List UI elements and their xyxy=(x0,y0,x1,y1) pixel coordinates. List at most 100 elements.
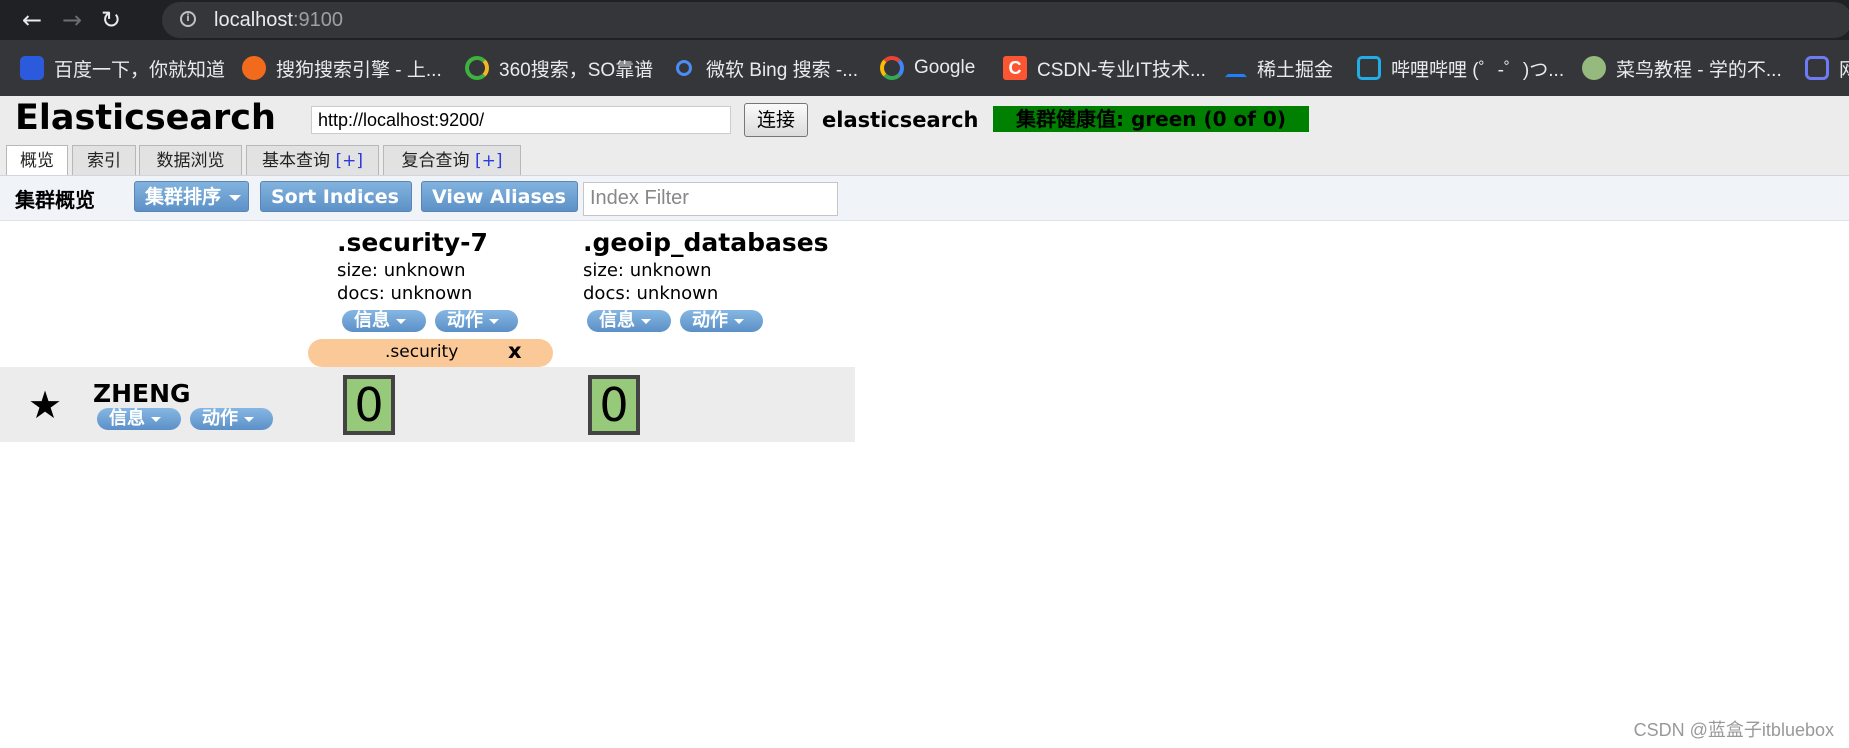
alias-badge: .security x xyxy=(308,339,553,367)
dropdown-label: Sort Indices xyxy=(271,186,399,208)
add-tab-link[interactable]: [+] xyxy=(475,151,503,171)
address-bar[interactable]: i localhost:9100 xyxy=(162,2,1849,38)
shard-box[interactable]: 0 xyxy=(343,375,395,435)
remove-alias-button[interactable]: x xyxy=(508,339,522,363)
runoob-icon xyxy=(1582,56,1606,80)
button-label: 动作 xyxy=(692,310,728,331)
index-size: size: unknown xyxy=(337,260,466,281)
tab-label: 数据浏览 xyxy=(156,151,225,171)
juejin-icon xyxy=(1225,59,1247,77)
index-name: .security-7 xyxy=(337,228,488,257)
google-icon xyxy=(880,56,904,80)
caret-down-icon xyxy=(229,194,242,201)
overview-toolbar: 集群概览 集群排序 Sort Indices View Aliases Inde… xyxy=(0,175,1849,231)
app-logo: Elasticsearch xyxy=(15,98,276,138)
index-action-button[interactable]: 动作 xyxy=(680,310,763,332)
app-header: Elasticsearch 连接 elasticsearch 集群健康值: gr… xyxy=(0,96,1849,176)
bookmark-label: 网 xyxy=(1839,59,1849,81)
bookmarks-bar: 百度一下，你就知道 搜狗搜索引擎 - 上... 360搜索，SO靠谱 微软 Bi… xyxy=(0,40,1849,96)
dropdown-label: View Aliases xyxy=(432,186,566,208)
index-info-button[interactable]: 信息 xyxy=(587,310,671,332)
bookmark-label: 菜鸟教程 - 学的不... xyxy=(1616,59,1782,81)
node-row: ★ ZHENG 信息 动作 0 0 xyxy=(0,367,855,442)
view-aliases-dropdown[interactable]: View Aliases xyxy=(421,181,578,231)
caret-down-icon xyxy=(151,416,161,422)
tab-complex-query[interactable]: 复合查询 [+] xyxy=(383,145,521,175)
bookmark-bing[interactable]: 微软 Bing 搜索 -... xyxy=(672,52,858,84)
caret-down-icon xyxy=(279,224,291,231)
caret-down-icon xyxy=(489,318,499,324)
shard-box[interactable]: 0 xyxy=(588,375,640,435)
bookmark-sogou[interactable]: 搜狗搜索引擎 - 上... xyxy=(242,52,442,84)
button-label: 动作 xyxy=(447,310,483,331)
bookmark-google[interactable]: Google xyxy=(880,52,975,84)
bookmark-csdn[interactable]: C CSDN-专业IT技术... xyxy=(1003,52,1206,84)
tab-indices[interactable]: 索引 xyxy=(72,145,136,175)
bilibili-tv-icon xyxy=(1357,56,1381,80)
bookmark-label: Google xyxy=(914,57,976,78)
bookmark-label: 稀土掘金 xyxy=(1257,59,1334,81)
bookmark-label: 微软 Bing 搜索 -... xyxy=(706,59,859,81)
index-docs: docs: unknown xyxy=(337,283,473,304)
360-search-icon xyxy=(465,56,489,80)
address-text: localhost:9100 xyxy=(214,9,343,31)
back-arrow-icon[interactable]: ← xyxy=(18,6,46,34)
bookmark-runoob[interactable]: 菜鸟教程 - 学的不... xyxy=(1582,52,1782,84)
overview-title: 集群概览 xyxy=(15,188,95,212)
button-label: 信息 xyxy=(354,310,390,331)
tab-browser[interactable]: 数据浏览 xyxy=(139,145,242,175)
caret-down-icon xyxy=(244,416,254,422)
bookmark-360[interactable]: 360搜索，SO靠谱 xyxy=(465,52,653,84)
bookmark-label: 哔哩哔哩 (゜-゜)つ... xyxy=(1391,59,1565,81)
bookmark-more[interactable]: 网 xyxy=(1805,52,1849,84)
index-docs: docs: unknown xyxy=(583,283,719,304)
bookmark-label: CSDN-专业IT技术... xyxy=(1037,59,1206,81)
bookmark-bilibili[interactable]: 哔哩哔哩 (゜-゜)つ... xyxy=(1357,52,1564,84)
cluster-health-badge: 集群健康值: green (0 of 0) xyxy=(993,106,1309,132)
node-action-button[interactable]: 动作 xyxy=(190,408,273,430)
site-info-icon[interactable]: i xyxy=(180,11,196,27)
caret-down-icon xyxy=(734,318,744,324)
master-node-star-icon: ★ xyxy=(28,383,63,427)
bookmark-label: 搜狗搜索引擎 - 上... xyxy=(276,59,442,81)
tab-overview[interactable]: 概览 xyxy=(6,145,68,176)
bookmark-site-icon xyxy=(1805,56,1829,80)
button-label: 信息 xyxy=(109,408,145,429)
alias-label: .security xyxy=(385,342,459,362)
connect-button[interactable]: 连接 xyxy=(744,103,808,137)
caret-down-icon xyxy=(396,318,406,324)
search-icon xyxy=(676,60,692,76)
bookmark-label: 百度一下，你就知道 xyxy=(54,59,226,81)
forward-arrow-icon[interactable]: → xyxy=(58,6,86,34)
reload-icon[interactable]: ↻ xyxy=(97,6,125,34)
index-action-button[interactable]: 动作 xyxy=(435,310,518,332)
index-size: size: unknown xyxy=(583,260,712,281)
cluster-url-input[interactable] xyxy=(311,106,731,134)
button-label: 动作 xyxy=(202,408,238,429)
baidu-paw-icon xyxy=(20,56,44,80)
tab-label: 基本查询 xyxy=(262,151,331,171)
tab-label: 索引 xyxy=(87,151,121,171)
csdn-icon: C xyxy=(1003,56,1027,80)
index-filter-input[interactable]: Index Filter xyxy=(583,182,838,216)
browser-toolbar: ← → ↻ i localhost:9100 xyxy=(0,0,1849,40)
tab-label: 概览 xyxy=(20,151,54,171)
bookmark-label: 360搜索，SO靠谱 xyxy=(499,59,654,81)
index-name: .geoip_databases xyxy=(583,228,829,257)
button-label: 信息 xyxy=(599,310,635,331)
dropdown-label: 集群排序 xyxy=(145,186,222,208)
es-head-app: Elasticsearch 连接 elasticsearch 集群健康值: gr… xyxy=(0,96,1849,748)
node-name: ZHENG xyxy=(93,379,191,408)
index-info-button[interactable]: 信息 xyxy=(342,310,426,332)
tab-basic-query[interactable]: 基本查询 [+] xyxy=(246,145,379,175)
sogou-icon xyxy=(242,56,266,80)
bookmark-baidu[interactable]: 百度一下，你就知道 xyxy=(20,52,225,84)
watermark-text: CSDN @蓝盒子itbluebox xyxy=(1633,720,1834,740)
bookmark-juejin[interactable]: 稀土掘金 xyxy=(1225,52,1333,84)
sort-indices-dropdown[interactable]: Sort Indices xyxy=(260,181,412,231)
cluster-name: elasticsearch xyxy=(822,108,979,132)
sort-cluster-dropdown[interactable]: 集群排序 xyxy=(134,181,249,212)
add-tab-link[interactable]: [+] xyxy=(335,151,363,171)
tab-label: 复合查询 xyxy=(401,151,470,171)
node-info-button[interactable]: 信息 xyxy=(97,408,181,430)
